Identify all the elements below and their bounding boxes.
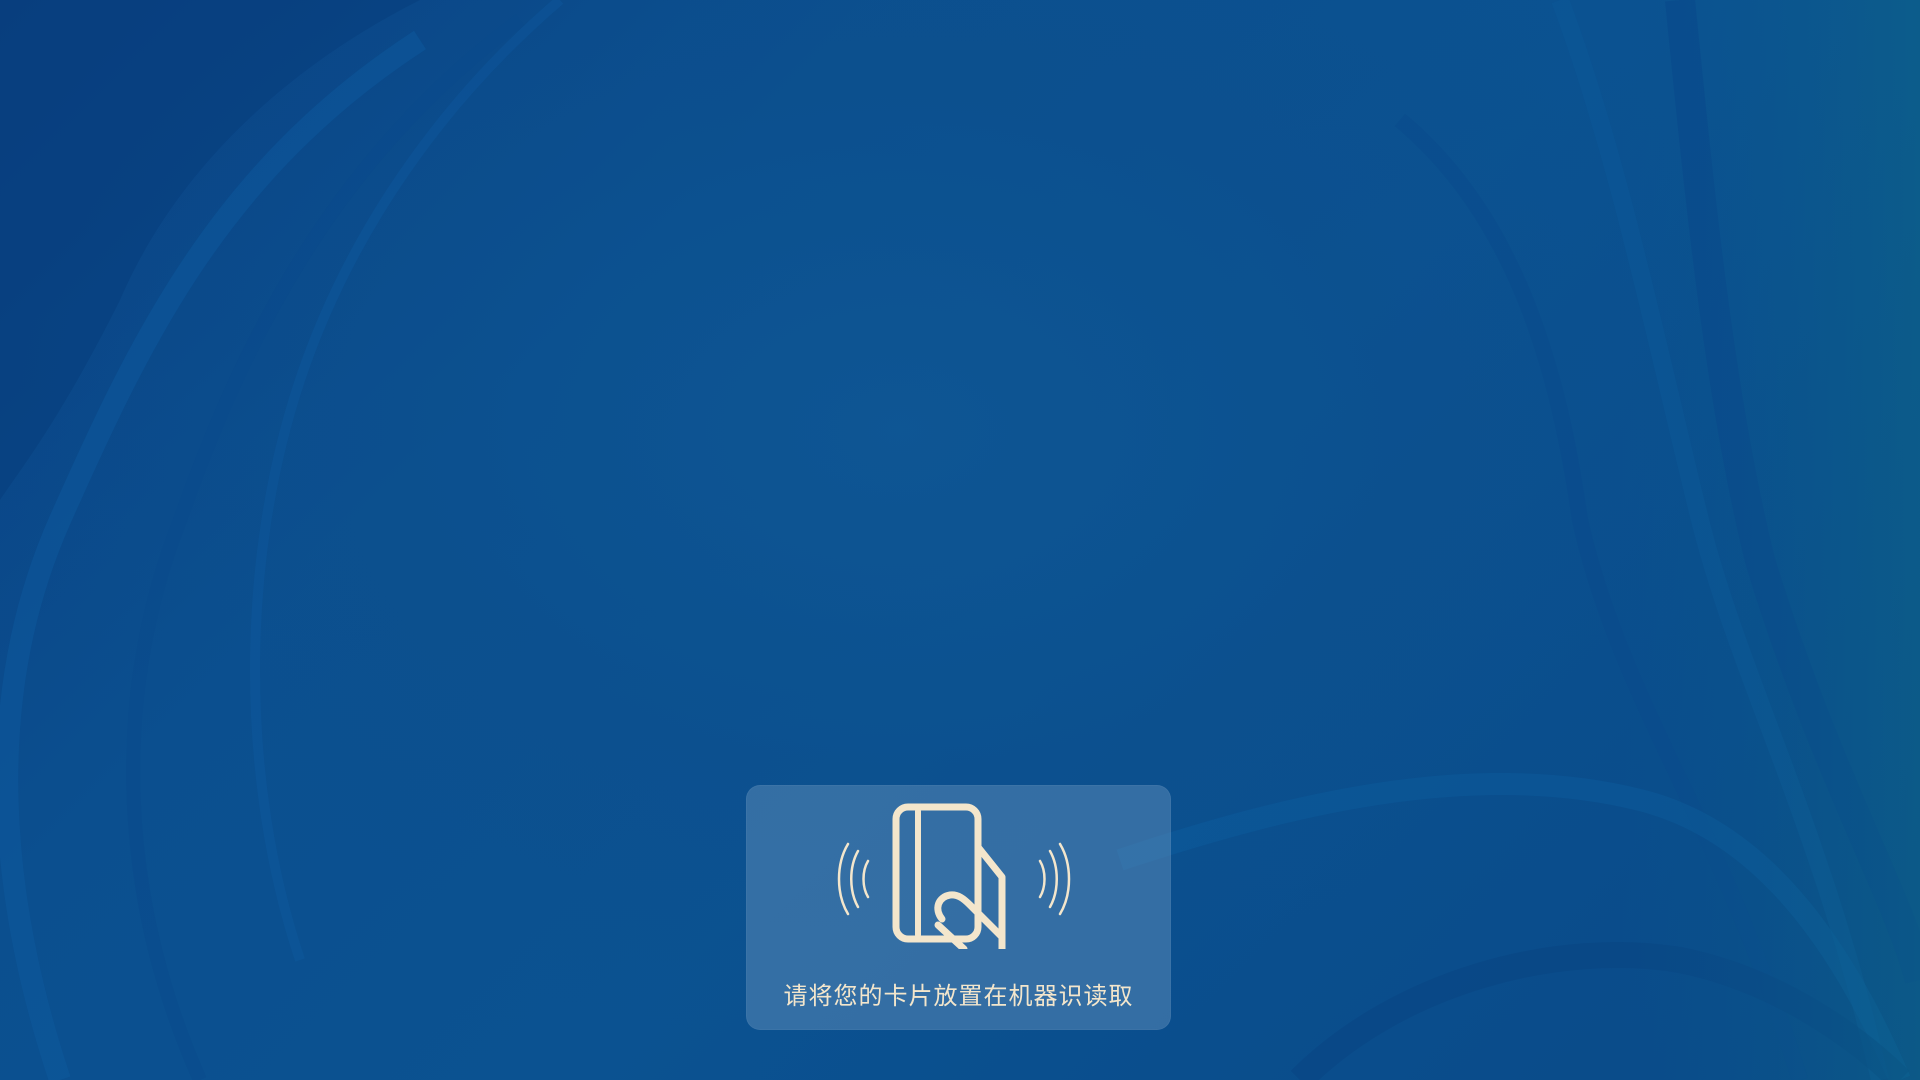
tap-card-icon	[837, 803, 1071, 949]
card-prompt-panel: 请将您的卡片放置在机器识读取	[746, 785, 1171, 1030]
card-prompt-message: 请将您的卡片放置在机器识读取	[783, 982, 1134, 1010]
card-reader-screen: 请将您的卡片放置在机器识读取	[0, 0, 1920, 1080]
